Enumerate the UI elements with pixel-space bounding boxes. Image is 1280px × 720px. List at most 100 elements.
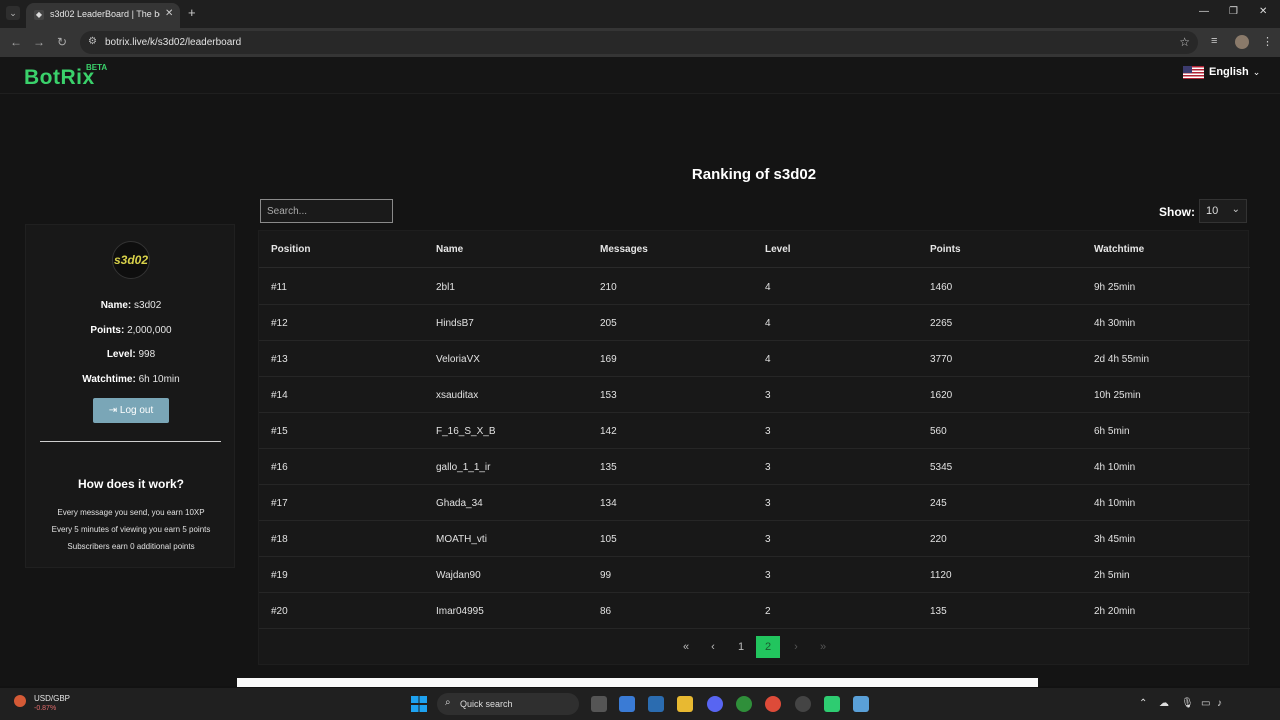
- cell-position: #15: [271, 426, 288, 437]
- botrix-logo[interactable]: BotRix: [24, 66, 95, 90]
- cell-watchtime: 4h 30min: [1094, 318, 1136, 329]
- profile-avatar-icon[interactable]: [1235, 35, 1249, 49]
- cell-watchtime: 3h 45min: [1094, 534, 1136, 545]
- xbox-icon[interactable]: [736, 696, 752, 712]
- cell-points: 245: [930, 498, 947, 509]
- cell-level: 4: [765, 354, 771, 365]
- app-green-icon[interactable]: [824, 696, 840, 712]
- tab-list-chevron-icon[interactable]: ⌄: [6, 6, 20, 20]
- how-line: Every message you send, you earn 10XP: [57, 508, 205, 517]
- language-label: English: [1209, 66, 1249, 78]
- new-tab-icon[interactable]: +: [188, 5, 196, 20]
- last-page-button[interactable]: »: [811, 636, 835, 658]
- table-row: #20 Imar04995 86 2 135 2h 20min: [259, 593, 1250, 629]
- cell-position: #20: [271, 606, 288, 617]
- cell-messages: 105: [600, 534, 617, 545]
- page-1-button[interactable]: 1: [729, 636, 753, 658]
- cell-points: 1460: [930, 282, 953, 293]
- stock-ticker-icon[interactable]: [14, 695, 26, 707]
- next-page-button[interactable]: ›: [784, 636, 808, 658]
- rows-per-page-value: 10: [1206, 205, 1219, 217]
- browser-tab-active[interactable]: ◆ s3d02 LeaderBoard | The best C ✕: [26, 3, 180, 28]
- language-selector[interactable]: English ⌄: [1183, 64, 1260, 80]
- cell-level: 3: [765, 570, 771, 581]
- cell-level: 3: [765, 462, 771, 473]
- media-controls-icon[interactable]: ≡: [1211, 35, 1217, 47]
- store-icon[interactable]: [648, 696, 664, 712]
- cell-messages: 142: [600, 426, 617, 437]
- logout-icon: ⇥: [108, 405, 118, 416]
- us-flag-icon: [1183, 65, 1204, 79]
- back-arrow-icon[interactable]: ←: [10, 35, 22, 49]
- maximize-icon[interactable]: ❐: [1229, 6, 1238, 17]
- ticker-change: -0.87%: [34, 705, 57, 712]
- onedrive-icon[interactable]: ☁: [1159, 698, 1169, 709]
- taskbar: USD/GBP -0.87% ⌕ Quick search ⌃ ☁ 🎙 ▭ ♪: [0, 688, 1280, 720]
- shield-icon[interactable]: [853, 696, 869, 712]
- discord-icon[interactable]: [707, 696, 723, 712]
- reload-icon[interactable]: ↻: [57, 35, 67, 49]
- url-text[interactable]: botrix.live/k/s3d02/leaderboard: [105, 37, 241, 48]
- file-explorer-icon[interactable]: [677, 696, 693, 712]
- minimize-icon[interactable]: —: [1199, 6, 1209, 17]
- cell-position: #14: [271, 390, 288, 401]
- page-2-button[interactable]: 2: [756, 636, 780, 658]
- table-row: #17 Ghada_34 134 3 245 4h 10min: [259, 485, 1250, 521]
- cell-points: 560: [930, 426, 947, 437]
- table-row: #13 VeloriaVX 169 4 3770 2d 4h 55min: [259, 341, 1250, 377]
- table-row: #15 F_16_S_X_B 142 3 560 6h 5min: [259, 413, 1250, 449]
- logout-button[interactable]: ⇥ Log out: [93, 398, 169, 423]
- tray-chevron-up-icon[interactable]: ⌃: [1139, 698, 1147, 709]
- app-icon[interactable]: [795, 696, 811, 712]
- tab-close-icon[interactable]: ✕: [165, 8, 173, 19]
- cell-level: 4: [765, 318, 771, 329]
- table-row: #18 MOATH_vti 105 3 220 3h 45min: [259, 521, 1250, 557]
- cell-name: F_16_S_X_B: [436, 426, 496, 437]
- bookmark-star-icon[interactable]: ☆: [1179, 35, 1190, 49]
- search-input[interactable]: [260, 199, 393, 223]
- cell-points: 135: [930, 606, 947, 617]
- windows-start-icon[interactable]: [411, 696, 427, 712]
- cell-position: #17: [271, 498, 288, 509]
- taskbar-search[interactable]: ⌕ Quick search: [437, 693, 579, 715]
- ticker-name[interactable]: USD/GBP: [34, 694, 70, 703]
- col-header-watchtime[interactable]: Watchtime: [1094, 244, 1144, 255]
- task-view-icon[interactable]: [591, 696, 607, 712]
- table-row: #14 xsauditax 153 3 1620 10h 25min: [259, 377, 1250, 413]
- col-header-messages[interactable]: Messages: [600, 244, 648, 255]
- rows-per-page-select[interactable]: 10 ⌄: [1199, 199, 1247, 223]
- table-row: #12 HindsB7 205 4 2265 4h 30min: [259, 305, 1250, 341]
- cell-watchtime: 4h 10min: [1094, 498, 1136, 509]
- browser-tab-bar: ⌄ ◆ s3d02 LeaderBoard | The best C ✕ + —…: [0, 0, 1280, 28]
- col-header-name[interactable]: Name: [436, 244, 463, 255]
- cell-points: 1120: [930, 570, 952, 581]
- logout-label: Log out: [119, 405, 154, 416]
- profile-card: s3d02 Name: s3d02 Points: 2,000,000 Leve…: [25, 224, 235, 568]
- col-header-points[interactable]: Points: [930, 244, 961, 255]
- divider: [40, 441, 221, 442]
- cell-messages: 169: [600, 354, 617, 365]
- microphone-icon[interactable]: 🎙: [1181, 698, 1194, 709]
- first-page-button[interactable]: «: [674, 636, 698, 658]
- prev-page-button[interactable]: ‹: [701, 636, 725, 658]
- copilot-icon[interactable]: [619, 696, 635, 712]
- forward-arrow-icon[interactable]: →: [33, 35, 45, 49]
- cell-watchtime: 2d 4h 55min: [1094, 354, 1150, 365]
- url-field[interactable]: ⚙ botrix.live/k/s3d02/leaderboard ☆: [80, 31, 1198, 54]
- how-line: Subscribers earn 0 additional points: [67, 542, 195, 551]
- cell-level: 4: [765, 282, 771, 293]
- col-header-level[interactable]: Level: [765, 244, 791, 255]
- cell-watchtime: 9h 25min: [1094, 282, 1136, 293]
- col-header-position[interactable]: Position: [271, 244, 310, 255]
- site-info-icon[interactable]: ⚙: [88, 36, 97, 47]
- browser-menu-icon[interactable]: ⋮: [1262, 35, 1273, 48]
- cell-level: 3: [765, 534, 771, 545]
- window-close-icon[interactable]: ✕: [1259, 6, 1267, 17]
- network-icon[interactable]: ▭: [1201, 698, 1210, 709]
- volume-icon[interactable]: ♪: [1217, 698, 1222, 709]
- chrome-icon[interactable]: [765, 696, 781, 712]
- cell-position: #12: [271, 318, 288, 329]
- cell-name: MOATH_vti: [436, 534, 487, 545]
- table-row: #16 gallo_1_1_ir 135 3 5345 4h 10min: [259, 449, 1250, 485]
- table-row: #19 Wajdan90 99 3 1120 2h 5min: [259, 557, 1250, 593]
